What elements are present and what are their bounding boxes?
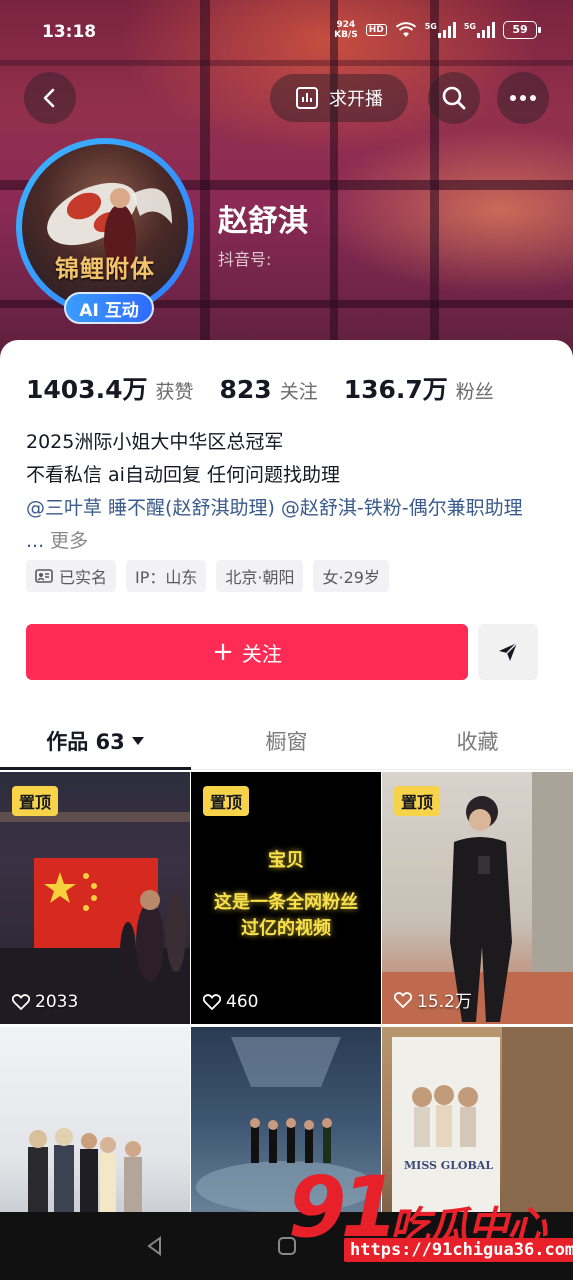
profile-stats: 1403.4万 获赞 823 关注 136.7万 粉丝 [26, 370, 520, 406]
wifi-icon [395, 22, 416, 37]
stat-following[interactable]: 823 关注 [220, 375, 318, 404]
watermark: 91 吃瓜中心 https://91chigua36.com [288, 1162, 573, 1267]
tag-ip: IP：山东 [126, 560, 207, 592]
douyin-id[interactable]: 抖音号: [218, 246, 271, 270]
network-speed: 924 KB/S [334, 20, 358, 40]
tab-works[interactable]: 作品 63 [0, 712, 191, 770]
tab-showcase[interactable]: 橱窗 [191, 712, 382, 769]
like-count: 15.2万 [394, 987, 472, 1012]
signal-icon [437, 22, 456, 38]
video-overlay-text: 宝贝 [268, 850, 304, 871]
ai-interaction-badge[interactable]: AI 互动 [64, 292, 154, 324]
back-button[interactable] [24, 72, 76, 124]
search-button[interactable] [428, 72, 480, 124]
more-dots-icon [510, 95, 536, 101]
video-overlay-text: 这是一条全网粉丝 [214, 892, 358, 913]
profile-name: 赵舒淇 [218, 204, 308, 239]
caret-down-icon [131, 736, 144, 745]
status-bar: 13:18 924 KB/S HD 5G 5G 59 [0, 0, 573, 64]
bio-ellipsis: ... [26, 530, 45, 552]
search-icon [442, 86, 466, 110]
video-tile[interactable]: 置顶 2033 [0, 772, 190, 1024]
avatar[interactable]: 锦鲤附体 [16, 138, 194, 316]
watermark-url: https://91chigua36.com [344, 1238, 573, 1262]
bio-line: 2025洲际小姐大中华区总冠军 [26, 431, 284, 453]
video-tile[interactable]: 宝贝 这是一条全网粉丝 过亿的视频 置顶 460 [191, 772, 381, 1024]
signal-icon [477, 22, 495, 38]
profile-tags: 已实名 IP：山东 北京·朝阳 女·29岁 [26, 560, 389, 592]
avatar-title: 锦鲤附体 [55, 254, 155, 283]
profile-bio: 2025洲际小姐大中华区总冠军 不看私信 ai自动回复 任何问题找助理 @三叶草… [26, 426, 546, 558]
bio-line: 不看私信 ai自动回复 任何问题找助理 [26, 464, 341, 486]
signal-5g-2: 5G [464, 22, 495, 38]
video-tile[interactable]: 置顶 15.2万 [382, 772, 573, 1024]
profile-tabs: 作品 63 橱窗 收藏 [0, 712, 573, 770]
send-icon [499, 642, 518, 661]
clock: 13:18 [42, 22, 97, 42]
video-tile[interactable] [0, 1027, 190, 1217]
koi-fish-icon [47, 182, 172, 276]
tag-location: 北京·朝阳 [216, 560, 304, 592]
tag-gender-age: 女·29岁 [313, 560, 389, 592]
stat-likes[interactable]: 1403.4万 获赞 [26, 370, 194, 406]
avatar-image: 锦鲤附体 [22, 144, 188, 310]
like-count: 2033 [12, 992, 78, 1012]
hd-icon: HD [365, 24, 387, 36]
video-grid: 置顶 2033 宝贝 这是一条全网粉丝 过亿的视频 置顶 460 置顶 15.2… [0, 772, 573, 1217]
follow-label: 关注 [241, 641, 282, 666]
plus-icon: + [212, 637, 234, 667]
mention-link[interactable]: @赵舒淇-铁粉-偶尔兼职助理 [281, 497, 523, 519]
follow-button[interactable]: + 关注 [26, 624, 468, 680]
heart-icon [394, 991, 412, 1008]
more-button[interactable] [497, 72, 549, 124]
nav-back-icon[interactable] [144, 1235, 166, 1257]
request-live-label: 求开播 [329, 89, 383, 110]
signal-5g-1: 5G [425, 22, 456, 38]
stat-followers[interactable]: 136.7万 粉丝 [344, 370, 494, 406]
video-overlay-text: 过亿的视频 [241, 918, 331, 939]
heart-icon [203, 994, 221, 1010]
mention-link[interactable]: @三叶草 睡不醒(赵舒淇助理) [26, 497, 275, 519]
pinned-badge: 置顶 [394, 786, 441, 816]
id-card-icon [35, 569, 53, 583]
pinned-badge: 置顶 [203, 786, 250, 816]
tag-verified: 已实名 [26, 560, 117, 592]
heart-icon [12, 994, 30, 1010]
battery-icon: 59 [503, 21, 541, 39]
chevron-left-icon [43, 88, 55, 108]
bio-more-link[interactable]: 更多 [50, 530, 88, 552]
message-button[interactable] [478, 624, 538, 680]
video-thumbnail [28, 1128, 142, 1217]
request-live-button[interactable]: 求开播 [270, 74, 408, 122]
chart-icon [296, 87, 318, 109]
pinned-badge: 置顶 [12, 786, 59, 816]
like-count: 460 [203, 992, 258, 1012]
tab-favorites[interactable]: 收藏 [382, 712, 573, 769]
